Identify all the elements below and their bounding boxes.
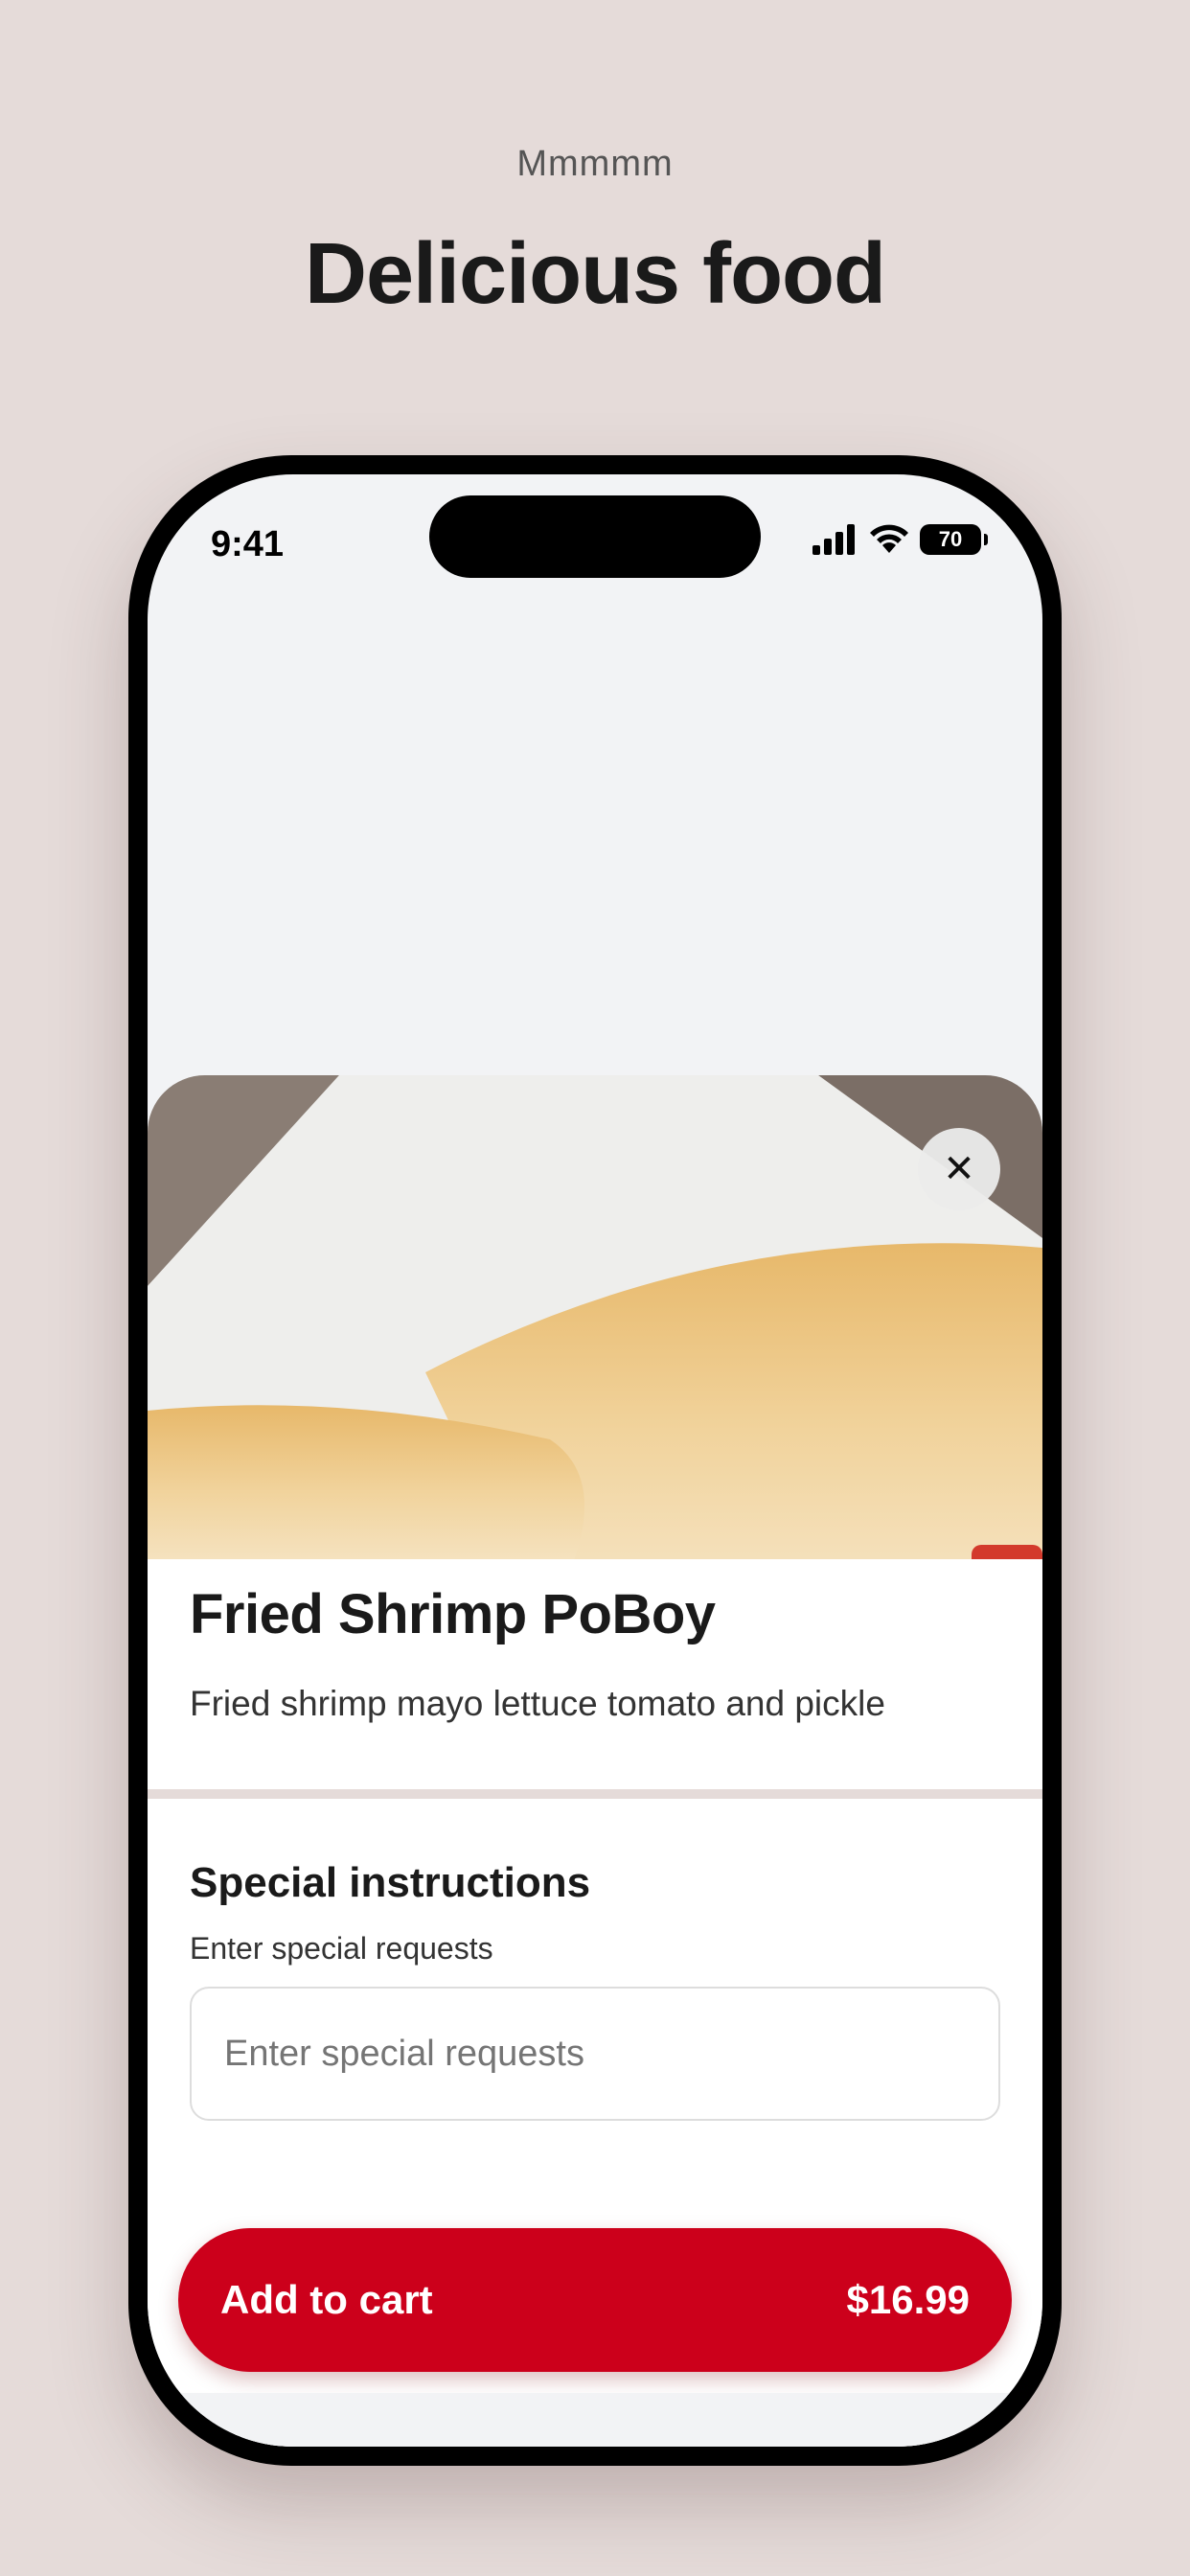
phone-screen: 9:41 70 ✕ Fried Shrimp PoBoy Fried shrim… xyxy=(148,474,1042,2447)
add-to-cart-button[interactable]: Add to cart $16.99 xyxy=(178,2228,1012,2372)
status-time: 9:41 xyxy=(211,524,285,564)
headline: Delicious food xyxy=(304,226,886,322)
add-to-cart-label: Add to cart xyxy=(220,2277,433,2322)
close-icon: ✕ xyxy=(943,1148,975,1190)
wifi-icon xyxy=(870,524,908,553)
eyebrow-text: Mmmmm xyxy=(516,144,674,184)
item-title: Fried Shrimp PoBoy xyxy=(190,1583,716,1645)
signal-icon xyxy=(812,524,855,555)
item-description: Fried shrimp mayo lettuce tomato and pic… xyxy=(190,1684,885,1723)
close-button[interactable]: ✕ xyxy=(918,1128,1000,1210)
status-icons: 70 xyxy=(811,524,988,555)
special-instructions-title: Special instructions xyxy=(190,1859,591,1906)
status-bar: 9:41 70 xyxy=(148,474,1042,609)
battery-icon: 70 xyxy=(920,524,988,555)
home-indicator-area xyxy=(148,2393,1042,2447)
phone-frame: 9:41 70 ✕ Fried Shrimp PoBoy Fried shrim… xyxy=(128,455,1062,2466)
special-requests-input[interactable] xyxy=(190,1987,1000,2121)
special-instructions-subtitle: Enter special requests xyxy=(190,1931,493,1966)
section-divider xyxy=(148,1789,1042,1799)
dynamic-island xyxy=(429,495,761,578)
add-to-cart-price: $16.99 xyxy=(846,2277,970,2322)
